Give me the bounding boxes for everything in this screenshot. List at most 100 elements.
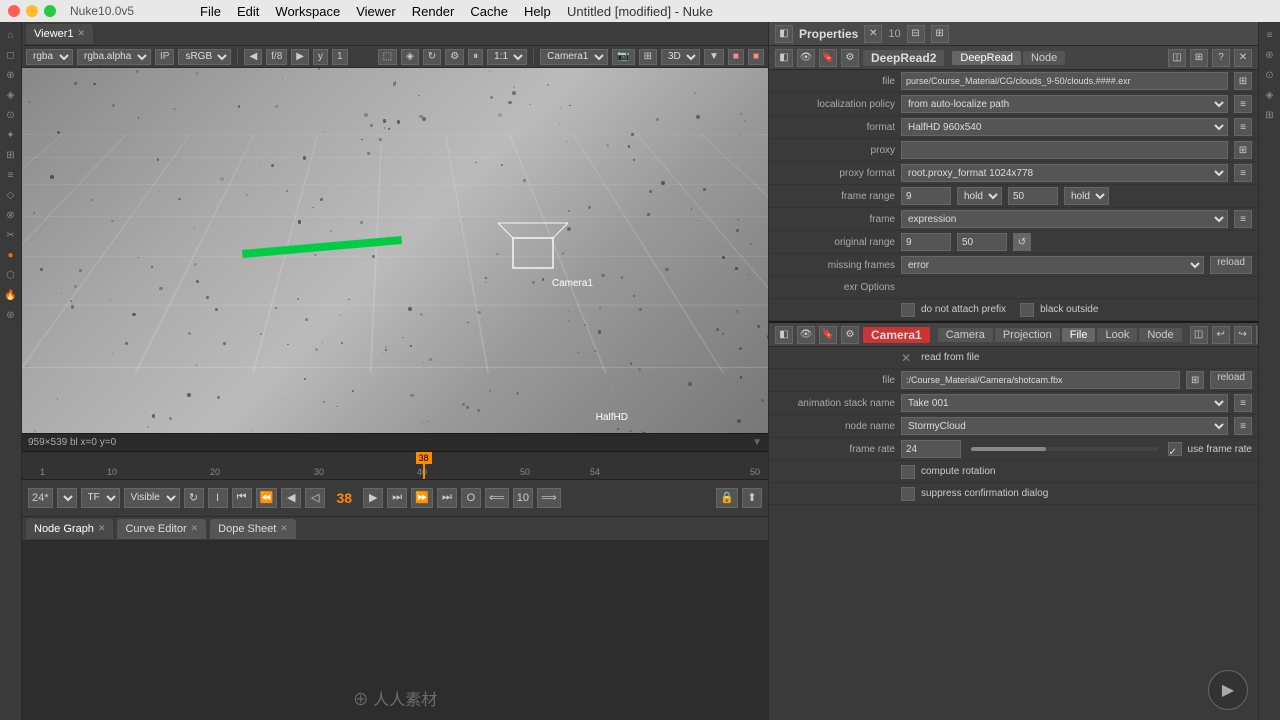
- deepread-noprefixcheckbox[interactable]: [901, 303, 915, 317]
- sidebar-icon-9[interactable]: ◇: [2, 186, 20, 204]
- camera-tab-file[interactable]: File: [1062, 328, 1096, 342]
- props-icon2[interactable]: ✕: [864, 25, 882, 43]
- deepread-localization-btn[interactable]: ≡: [1234, 95, 1252, 113]
- menu-edit[interactable]: Edit: [237, 4, 259, 19]
- cam-icon[interactable]: 📷: [612, 49, 634, 65]
- menu-viewer[interactable]: Viewer: [356, 4, 396, 19]
- deepread-close[interactable]: ✕: [1234, 49, 1252, 67]
- next-keyframe-btn[interactable]: ⏩: [411, 488, 433, 508]
- prev-frame-btn[interactable]: ◀: [244, 49, 262, 65]
- export-btn[interactable]: ⬆: [742, 488, 762, 508]
- more-btn[interactable]: ▼: [704, 49, 724, 65]
- sidebar-icon-13[interactable]: ⬡: [2, 266, 20, 284]
- curve-editor-tab-close[interactable]: ✕: [191, 523, 199, 534]
- grid-btn[interactable]: ⊞: [639, 49, 657, 65]
- menu-file[interactable]: File: [200, 4, 221, 19]
- deepread-missingframes-select[interactable]: error: [901, 256, 1204, 274]
- camera-animstack-edit[interactable]: ≡: [1234, 394, 1252, 412]
- deepread-tab-deepread[interactable]: DeepRead: [952, 51, 1021, 65]
- deepread-frame-edit[interactable]: ≡: [1234, 210, 1252, 228]
- sidebar-icon-4[interactable]: ◈: [2, 86, 20, 104]
- camera-collapse[interactable]: ◧: [775, 326, 793, 344]
- last-frame-btn[interactable]: ⏭: [437, 488, 457, 508]
- step-size[interactable]: 10: [513, 488, 533, 508]
- mode-select[interactable]: 3D: [661, 49, 700, 65]
- camera-animstack-select[interactable]: Take 001: [901, 394, 1228, 412]
- loop-btn[interactable]: ↻: [184, 488, 204, 508]
- fps-display[interactable]: 24*: [28, 488, 53, 508]
- camera-eye[interactable]: 👁: [797, 326, 815, 344]
- tf-select[interactable]: TF: [81, 488, 120, 508]
- camera-file-browse[interactable]: ⊞: [1186, 371, 1204, 389]
- deepread-localization-select[interactable]: from auto-localize path: [901, 95, 1228, 113]
- tab-curve-editor[interactable]: Curve Editor ✕: [117, 519, 206, 539]
- color-btn[interactable]: ■: [728, 49, 744, 65]
- menu-cache[interactable]: Cache: [470, 4, 508, 19]
- playhead[interactable]: 38: [423, 452, 425, 479]
- roi-btn[interactable]: ⬚: [378, 49, 397, 65]
- dope-sheet-tab-close[interactable]: ✕: [280, 523, 288, 534]
- node-canvas[interactable]: camera cam deep deep: [22, 541, 768, 720]
- deepread-collapse[interactable]: ◧: [775, 49, 793, 67]
- sidebar-icon-14[interactable]: 🔥: [2, 286, 20, 304]
- node-graph-tab-close[interactable]: ✕: [98, 523, 106, 534]
- ip-btn[interactable]: IP: [155, 49, 174, 65]
- sidebar-icon-10[interactable]: ⊗: [2, 206, 20, 224]
- deepread-framerange-start[interactable]: 9: [901, 187, 951, 205]
- step-back-btn[interactable]: ◀: [281, 488, 301, 508]
- deepread-eye[interactable]: 👁: [797, 49, 815, 67]
- refresh-btn[interactable]: ↻: [423, 49, 441, 65]
- deepread-hold2-select[interactable]: hold: [1064, 187, 1109, 205]
- play-btn[interactable]: ▶: [363, 488, 383, 508]
- deepread-proxy-value[interactable]: [901, 141, 1228, 159]
- sidebar-icon-11[interactable]: ✂: [2, 226, 20, 244]
- pause-btn[interactable]: ⏸: [468, 49, 483, 65]
- viewer1-tab[interactable]: Viewer1 ✕: [26, 24, 93, 44]
- camera-btn-1[interactable]: ◫: [1190, 326, 1208, 344]
- visibility-select[interactable]: Visible: [124, 488, 180, 508]
- clipping-btn[interactable]: ◈: [401, 49, 419, 65]
- viewer1-tab-close[interactable]: ✕: [78, 28, 86, 39]
- camera-tab-camera[interactable]: Camera: [938, 328, 993, 342]
- sidebar-icon-5[interactable]: ⊙: [2, 106, 20, 124]
- camera-btn-3[interactable]: ↪: [1234, 326, 1252, 344]
- camera-computerot-checkbox[interactable]: [901, 465, 915, 479]
- lock-btn[interactable]: 🔒: [716, 488, 738, 508]
- right-icon-2[interactable]: ⊕: [1261, 46, 1279, 64]
- camera-tab-projection[interactable]: Projection: [995, 328, 1060, 342]
- back-step-btn[interactable]: ⟸: [485, 488, 509, 508]
- sidebar-icon-3[interactable]: ⊕: [2, 66, 20, 84]
- deepread-framerange-end[interactable]: 50: [1008, 187, 1058, 205]
- sidebar-icon-6[interactable]: ✦: [2, 126, 20, 144]
- deepread-proxyformat-edit[interactable]: ≡: [1234, 164, 1252, 182]
- camera-framerate-checkbox[interactable]: [1168, 442, 1182, 456]
- sidebar-icon-viewer[interactable]: ◻: [2, 46, 20, 64]
- close-button[interactable]: [8, 5, 20, 17]
- deepread-proxyformat-select[interactable]: root.proxy_format 1024x778: [901, 164, 1228, 182]
- tab-node-graph[interactable]: Node Graph ✕: [26, 519, 113, 539]
- camera-select[interactable]: Camera1: [540, 49, 608, 65]
- menu-help[interactable]: Help: [524, 4, 551, 19]
- props-expand-all[interactable]: ⊞: [931, 25, 949, 43]
- alpha-select[interactable]: rgba.alpha: [77, 49, 151, 65]
- camera-nodename-select[interactable]: StormyCloud: [901, 417, 1228, 435]
- camera-reload-btn[interactable]: reload: [1210, 371, 1252, 389]
- viewer-arrow-down[interactable]: ▼: [752, 437, 762, 448]
- tab-dope-sheet[interactable]: Dope Sheet ✕: [210, 519, 296, 539]
- channel-select[interactable]: rgba: [26, 49, 73, 65]
- menu-workspace[interactable]: Workspace: [275, 4, 340, 19]
- first-frame-btn[interactable]: ⏮: [232, 488, 252, 508]
- big-play-button[interactable]: ▶: [1208, 670, 1248, 710]
- right-icon-3[interactable]: ⊙: [1261, 66, 1279, 84]
- camera-btn-2[interactable]: ↩: [1212, 326, 1230, 344]
- camera-tab-node[interactable]: Node: [1139, 328, 1181, 342]
- camera-tab-look[interactable]: Look: [1097, 328, 1137, 342]
- deepread-format-select[interactable]: HalfHD 960x540: [901, 118, 1228, 136]
- deepread-file-value[interactable]: purse/Course_Material/CG/clouds_9-50/clo…: [901, 72, 1228, 90]
- menu-render[interactable]: Render: [412, 4, 455, 19]
- deepread-help[interactable]: ?: [1212, 49, 1230, 67]
- prev-keyframe-btn[interactable]: ⏪: [256, 488, 278, 508]
- camera-bookmark[interactable]: 🔖: [819, 326, 837, 344]
- sidebar-icon-color[interactable]: ●: [2, 246, 20, 264]
- rev-play-btn[interactable]: ◁: [305, 488, 325, 508]
